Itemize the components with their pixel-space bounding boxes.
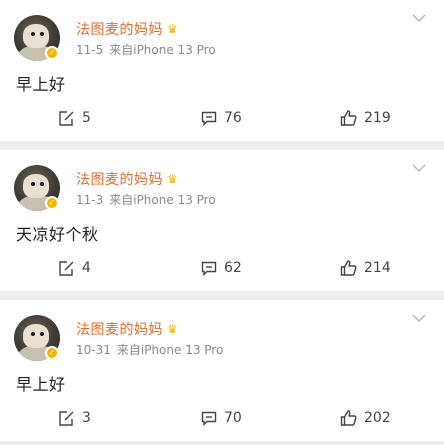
post-content[interactable]: 早上好: [16, 71, 66, 95]
comment-icon: [201, 411, 217, 426]
like-count: 202: [364, 410, 391, 426]
comment-icon: [201, 261, 217, 276]
post-source: 来自iPhone 13 Pro: [116, 343, 224, 357]
comment-icon: [201, 111, 217, 126]
repost-icon: [59, 260, 74, 276]
author-name-text[interactable]: 法图麦的妈妈: [76, 172, 163, 188]
repost-count: 5: [82, 110, 91, 126]
verified-badge-icon: ✓: [45, 196, 59, 210]
like-button[interactable]: 214: [340, 260, 391, 276]
crown-icon: ♛: [167, 322, 179, 336]
weibo-feed: ✓ 法图麦的妈妈 ♛ 11-5 来自iPhone 13 Pro 早上好 5 76: [0, 0, 444, 441]
avatar-face: [23, 324, 49, 348]
repost-icon: [59, 410, 74, 426]
crown-icon: ♛: [167, 22, 179, 36]
like-count: 219: [364, 110, 391, 126]
like-button[interactable]: 219: [340, 110, 391, 126]
author-name[interactable]: 法图麦的妈妈 ♛: [76, 19, 178, 39]
comment-count: 62: [224, 260, 242, 276]
author-name-text[interactable]: 法图麦的妈妈: [76, 322, 163, 338]
verified-badge-icon: ✓: [45, 346, 59, 360]
post-actions: 5 76 219: [0, 110, 444, 132]
feed-post[interactable]: ✓ 法图麦的妈妈 ♛ 11-3 来自iPhone 13 Pro 天凉好个秋 4 62: [0, 150, 444, 291]
post-content[interactable]: 天凉好个秋: [16, 221, 99, 245]
post-meta: 11-3 来自iPhone 13 Pro: [76, 191, 216, 208]
author-name-text[interactable]: 法图麦的妈妈: [76, 22, 163, 38]
comment-count: 76: [224, 110, 242, 126]
thumbs-up-icon: [340, 110, 357, 126]
feed-post[interactable]: ✓ 法图麦的妈妈 ♛ 11-5 来自iPhone 13 Pro 早上好 5 76: [0, 0, 444, 141]
comment-count: 70: [224, 410, 242, 426]
post-date: 11-3: [76, 193, 104, 207]
comment-button[interactable]: 62: [201, 260, 242, 276]
post-meta: 10-31 来自iPhone 13 Pro: [76, 341, 223, 358]
post-actions: 4 62 214: [0, 260, 444, 282]
author-name[interactable]: 法图麦的妈妈 ♛: [76, 169, 178, 189]
post-header: ✓ 法图麦的妈妈 ♛ 11-3 来自iPhone 13 Pro: [0, 150, 444, 211]
comment-button[interactable]: 76: [201, 110, 242, 126]
repost-icon: [59, 110, 74, 126]
post-source: 来自iPhone 13 Pro: [109, 193, 216, 207]
thumbs-up-icon: [340, 410, 357, 426]
avatar-eye: [40, 332, 44, 336]
avatar-face: [23, 24, 49, 48]
feed-post[interactable]: ✓ 法图麦的妈妈 ♛ 10-31 来自iPhone 13 Pro 早上好 3 70: [0, 300, 444, 441]
like-count: 214: [364, 260, 391, 276]
repost-count: 3: [82, 410, 91, 426]
post-date: 11-5: [76, 43, 104, 57]
avatar-eye: [40, 182, 44, 186]
post-date: 10-31: [76, 343, 111, 357]
avatar-eye: [31, 332, 35, 336]
chevron-down-icon[interactable]: [412, 312, 426, 327]
repost-button[interactable]: 3: [58, 410, 91, 426]
post-source: 来自iPhone 13 Pro: [109, 43, 216, 57]
avatar-eye: [40, 32, 44, 36]
repost-button[interactable]: 4: [58, 260, 91, 276]
comment-button[interactable]: 70: [201, 410, 242, 426]
post-header: ✓ 法图麦的妈妈 ♛ 11-5 来自iPhone 13 Pro: [0, 0, 444, 61]
verified-badge-icon: ✓: [45, 46, 59, 60]
avatar-eye: [31, 32, 35, 36]
like-button[interactable]: 202: [340, 410, 391, 426]
post-meta: 11-5 来自iPhone 13 Pro: [76, 41, 216, 58]
repost-button[interactable]: 5: [58, 110, 91, 126]
post-actions: 3 70 202: [0, 410, 444, 432]
chevron-down-icon[interactable]: [412, 12, 426, 27]
chevron-down-icon[interactable]: [412, 162, 426, 177]
crown-icon: ♛: [167, 172, 179, 186]
post-header: ✓ 法图麦的妈妈 ♛ 10-31 来自iPhone 13 Pro: [0, 300, 444, 361]
repost-count: 4: [82, 260, 91, 276]
post-content[interactable]: 早上好: [16, 371, 66, 395]
avatar-face: [23, 174, 49, 198]
avatar-eye: [31, 182, 35, 186]
thumbs-up-icon: [340, 260, 357, 276]
author-name[interactable]: 法图麦的妈妈 ♛: [76, 319, 178, 339]
